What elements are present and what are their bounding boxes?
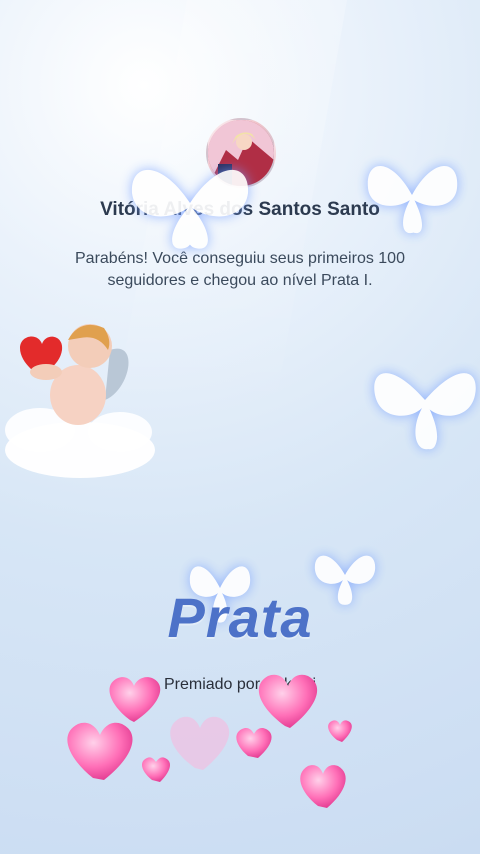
level-title: Prata <box>167 586 313 649</box>
butterfly-icon <box>374 373 476 450</box>
butterfly-icon <box>131 169 249 249</box>
heart-icon <box>67 722 133 780</box>
heart-icon <box>300 765 346 808</box>
heart-icon <box>141 757 171 782</box>
cupid-icon <box>5 324 155 478</box>
heart-icon <box>258 674 318 728</box>
butterfly-icon <box>367 165 458 234</box>
heart-icon <box>236 727 272 758</box>
heart-icon <box>109 677 161 722</box>
hearts-decoration <box>67 674 352 808</box>
heart-icon <box>328 720 352 742</box>
heart-icon <box>170 716 230 770</box>
